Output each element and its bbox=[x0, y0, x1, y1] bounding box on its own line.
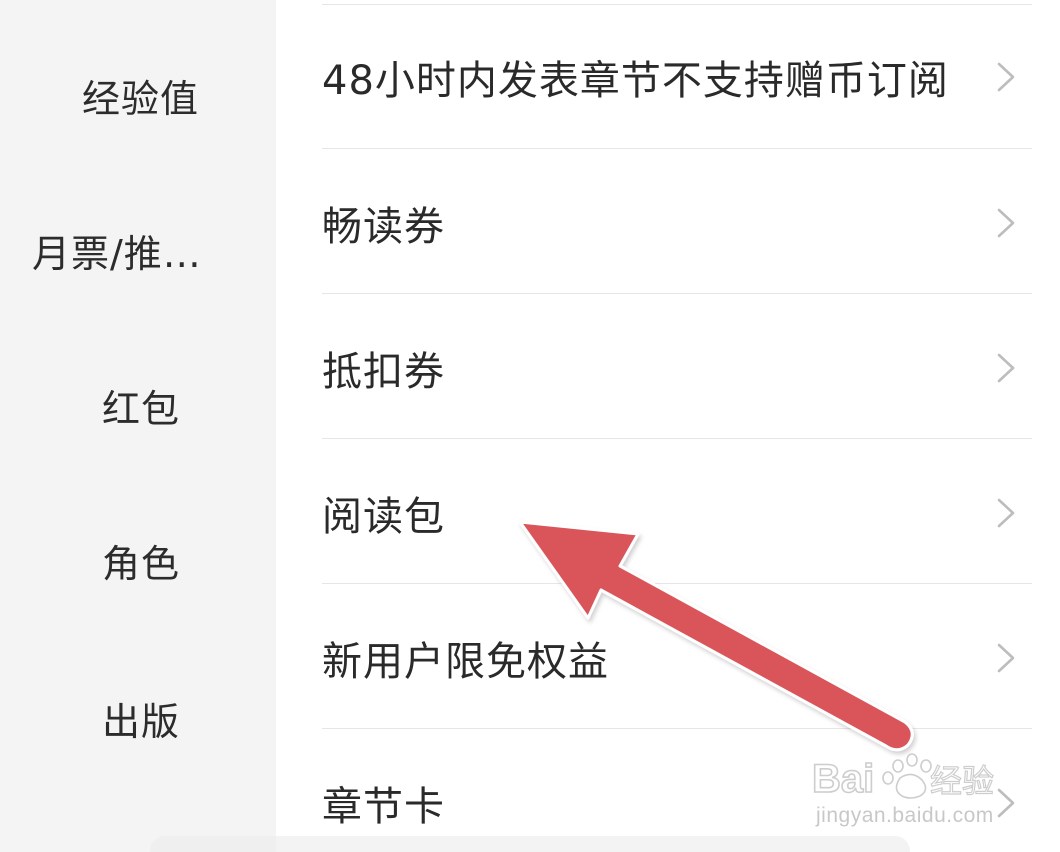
screen: 经验值 月票/推… 红包 角色 出版 48小时内发表章节不支持赠币订阅 畅读券 bbox=[0, 0, 1060, 852]
bottom-bar-edge bbox=[150, 836, 910, 852]
list-divider bbox=[322, 728, 1032, 729]
list-item-deduction-coupon[interactable]: 抵扣券 bbox=[322, 318, 1032, 418]
list-divider bbox=[322, 148, 1032, 149]
list-item-free-read-ticket[interactable]: 畅读券 bbox=[322, 173, 1032, 273]
chevron-right-icon bbox=[996, 61, 1016, 93]
list-item-label: 48小时内发表章节不支持赠币订阅 bbox=[322, 58, 949, 104]
sidebar-item-label: 月票/推… bbox=[32, 231, 202, 276]
list-item-label: 阅读包 bbox=[322, 494, 445, 540]
sidebar-item-monthly-ticket[interactable]: 月票/推… bbox=[0, 200, 276, 300]
help-topic-list: 48小时内发表章节不支持赠币订阅 畅读券 抵扣券 阅读包 新用户限免权益 章节卡 bbox=[322, 0, 1032, 852]
chevron-right-icon bbox=[996, 352, 1016, 384]
list-item-label: 抵扣券 bbox=[322, 349, 445, 395]
sidebar-item-experience[interactable]: 经验值 bbox=[0, 45, 276, 145]
list-item-new-user-benefits[interactable]: 新用户限免权益 bbox=[322, 608, 1032, 708]
list-item-label: 畅读券 bbox=[322, 204, 445, 250]
sidebar-item-red-packet[interactable]: 红包 bbox=[0, 355, 276, 455]
list-divider bbox=[322, 293, 1032, 294]
sidebar-item-label: 红包 bbox=[102, 386, 181, 431]
sidebar-item-role[interactable]: 角色 bbox=[0, 510, 276, 610]
chevron-right-icon bbox=[996, 497, 1016, 529]
list-item-label: 新用户限免权益 bbox=[322, 639, 609, 685]
sidebar-item-publishing[interactable]: 出版 bbox=[0, 668, 276, 768]
chevron-right-icon bbox=[996, 207, 1016, 239]
list-divider bbox=[322, 4, 1032, 5]
sidebar-item-label: 经验值 bbox=[82, 76, 200, 121]
list-divider bbox=[322, 583, 1032, 584]
list-item-48h-chapter[interactable]: 48小时内发表章节不支持赠币订阅 bbox=[322, 27, 1032, 127]
list-item-label: 章节卡 bbox=[322, 784, 445, 830]
category-sidebar: 经验值 月票/推… 红包 角色 出版 bbox=[0, 0, 276, 852]
sidebar-item-label: 出版 bbox=[102, 699, 181, 744]
list-item-reading-package[interactable]: 阅读包 bbox=[322, 463, 1032, 563]
list-divider bbox=[322, 438, 1032, 439]
chevron-right-icon bbox=[996, 787, 1016, 819]
chevron-right-icon bbox=[996, 642, 1016, 674]
sidebar-item-label: 角色 bbox=[102, 541, 181, 586]
